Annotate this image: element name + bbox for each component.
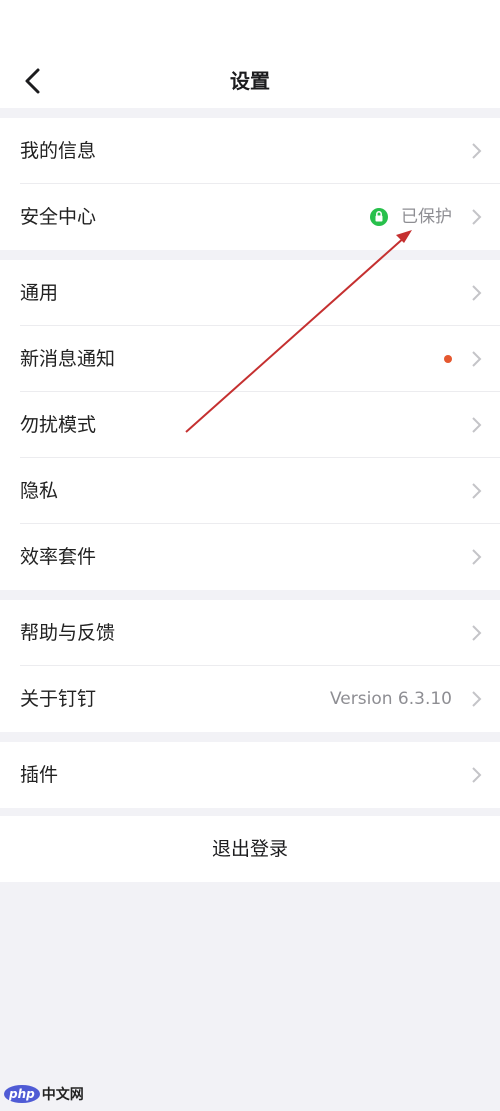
row-about-dingtalk[interactable]: 关于钉钉 Version 6.3.10 bbox=[0, 666, 500, 732]
chevron-right-icon bbox=[472, 351, 482, 367]
red-dot-badge bbox=[444, 355, 452, 363]
row-efficiency-suite[interactable]: 效率套件 bbox=[0, 524, 500, 590]
watermark-text: 中文网 bbox=[41, 1086, 84, 1103]
watermark: php 中文网 bbox=[4, 1083, 84, 1105]
row-help-feedback[interactable]: 帮助与反馈 bbox=[0, 600, 500, 666]
row-general[interactable]: 通用 bbox=[0, 260, 500, 326]
row-label: 勿扰模式 bbox=[20, 414, 97, 436]
chevron-right-icon bbox=[472, 767, 482, 783]
row-label: 我的信息 bbox=[20, 140, 97, 162]
row-label: 插件 bbox=[20, 764, 59, 786]
row-label: 效率套件 bbox=[20, 546, 97, 568]
row-label: 隐私 bbox=[20, 480, 59, 502]
chevron-right-icon bbox=[472, 625, 482, 641]
row-label: 帮助与反馈 bbox=[20, 622, 116, 644]
settings-group-about: 帮助与反馈 关于钉钉 Version 6.3.10 bbox=[0, 600, 500, 732]
php-logo-icon: php bbox=[4, 1084, 40, 1103]
row-label: 安全中心 bbox=[20, 206, 97, 228]
row-my-info[interactable]: 我的信息 bbox=[0, 118, 500, 184]
chevron-right-icon bbox=[472, 285, 482, 301]
settings-group-plugins: 插件 bbox=[0, 742, 500, 808]
nav-bar: 设置 bbox=[0, 0, 500, 108]
chevron-right-icon bbox=[472, 691, 482, 707]
settings-group-account: 我的信息 安全中心 已保护 bbox=[0, 118, 500, 250]
page-title: 设置 bbox=[230, 69, 270, 93]
row-new-message-notification[interactable]: 新消息通知 bbox=[0, 326, 500, 392]
security-status-text: 已保护 bbox=[401, 207, 452, 227]
settings-screen: 设置 我的信息 安全中心 已保护 通用 新消息通知 勿扰模式 隐私 效率套件 帮… bbox=[0, 0, 500, 1111]
chevron-right-icon bbox=[472, 483, 482, 499]
row-do-not-disturb[interactable]: 勿扰模式 bbox=[0, 392, 500, 458]
version-text: Version 6.3.10 bbox=[330, 689, 452, 709]
row-label: 关于钉钉 bbox=[20, 688, 97, 710]
chevron-right-icon bbox=[472, 143, 482, 159]
row-label: 通用 bbox=[20, 282, 59, 304]
row-privacy[interactable]: 隐私 bbox=[0, 458, 500, 524]
row-label: 新消息通知 bbox=[20, 348, 116, 370]
chevron-right-icon bbox=[472, 417, 482, 433]
row-plugins[interactable]: 插件 bbox=[0, 742, 500, 808]
settings-group-general: 通用 新消息通知 勿扰模式 隐私 效率套件 bbox=[0, 260, 500, 590]
chevron-right-icon bbox=[472, 209, 482, 225]
shield-check-icon bbox=[370, 208, 388, 226]
logout-button[interactable]: 退出登录 bbox=[0, 816, 500, 882]
chevron-right-icon bbox=[472, 549, 482, 565]
row-security-center[interactable]: 安全中心 已保护 bbox=[0, 184, 500, 250]
